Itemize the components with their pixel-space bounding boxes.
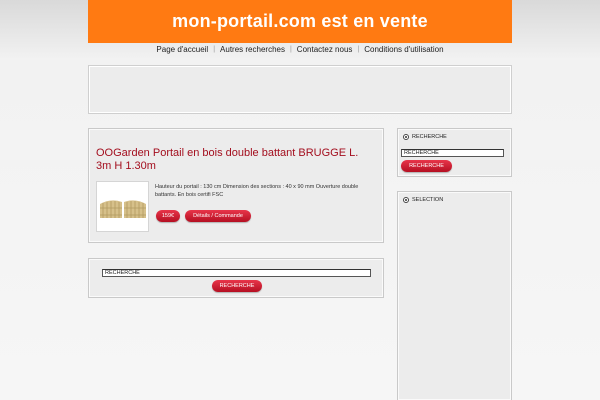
sidebar-selection-panel: SELECTION [397, 191, 512, 400]
product-title[interactable]: OOGarden Portail en bois double battant … [96, 147, 376, 173]
main-search-button[interactable]: RECHERCHE [212, 280, 262, 292]
nav-other-searches-link[interactable]: Autres recherches [215, 45, 290, 54]
radio-bullet-icon [403, 134, 409, 140]
nav-home-link[interactable]: Page d'accueil [151, 45, 213, 54]
site-title: mon-portail.com est en vente [172, 11, 428, 31]
main-search-panel: RECHERCHE [88, 258, 384, 298]
details-order-button[interactable]: Détails / Commande [185, 210, 251, 222]
sidebar-selection-heading-label: SELECTION [412, 197, 444, 203]
sidebar-search-heading-label: RECHERCHE [412, 134, 447, 140]
price-button[interactable]: 159€ [156, 210, 180, 222]
banner-box [88, 65, 512, 114]
product-image[interactable] [96, 181, 149, 232]
sidebar-search-input[interactable] [401, 149, 504, 157]
site-header: mon-portail.com est en vente [88, 0, 512, 43]
nav-terms-link[interactable]: Conditions d'utilisation [359, 45, 448, 54]
sidebar-search-heading: RECHERCHE [403, 134, 447, 140]
main-search-input[interactable] [102, 269, 371, 277]
radio-bullet-icon [403, 197, 409, 203]
nav-contact-link[interactable]: Contactez nous [292, 45, 358, 54]
gate-icon [99, 199, 146, 218]
top-nav: Page d'accueil | Autres recherches | Con… [88, 43, 512, 56]
product-panel: OOGarden Portail en bois double battant … [88, 128, 384, 243]
product-description: Hauteur du portail : 130 cm Dimension de… [155, 184, 359, 198]
sidebar-search-button[interactable]: RECHERCHE [401, 160, 452, 172]
sidebar-search-panel: RECHERCHE RECHERCHE [397, 128, 512, 177]
sidebar-selection-heading: SELECTION [403, 197, 443, 203]
